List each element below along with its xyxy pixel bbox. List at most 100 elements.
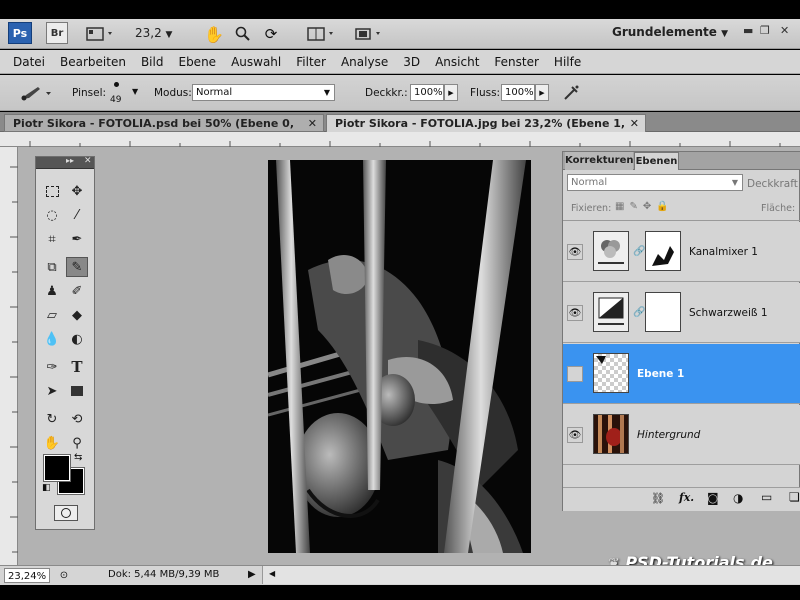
menu-datei[interactable]: Datei (13, 55, 45, 69)
black-white-icon (598, 297, 624, 325)
zoom-tool[interactable]: ⚲ (66, 433, 88, 453)
close-icon[interactable]: ✕ (630, 115, 639, 132)
3d-rotate-tool[interactable]: ↻ (41, 409, 63, 429)
menu-ansicht[interactable]: Ansicht (435, 55, 479, 69)
menu-fenster[interactable]: Fenster (494, 55, 539, 69)
swap-colors-icon[interactable]: ⇆ (74, 452, 82, 463)
link-layers-icon[interactable]: ⛓ (651, 492, 665, 505)
tab-ebenen[interactable]: Ebenen (634, 152, 679, 170)
view-extras-button[interactable] (84, 24, 118, 44)
flow-slider-button[interactable]: ▶ (535, 84, 549, 101)
workspace-switcher[interactable]: Grundelemente ▼ (612, 25, 728, 39)
menu-3d[interactable]: 3D (403, 55, 420, 69)
new-layer-icon[interactable]: ❏ (789, 490, 800, 504)
arrange-documents-button[interactable] (305, 24, 339, 44)
layer-row-ebene-1[interactable]: Ebene 1 (563, 344, 800, 404)
zoom-tool-button[interactable] (232, 23, 254, 45)
bandage-icon: ⧉ (47, 259, 57, 275)
quick-mask-button[interactable] (54, 505, 78, 521)
clone-stamp-tool[interactable]: ♟ (41, 281, 63, 301)
menu-bild[interactable]: Bild (141, 55, 164, 69)
lock-position-icon[interactable]: ✥ (643, 201, 656, 212)
new-adjustment-icon[interactable]: ◑ (733, 491, 743, 505)
marquee-tool[interactable] (41, 181, 63, 201)
dodge-tool[interactable]: ◐ (66, 329, 88, 349)
menu-hilfe[interactable]: Hilfe (554, 55, 581, 69)
tools-panel-header[interactable]: ▸▸ ✕ (36, 156, 94, 169)
tool-preset-picker[interactable] (16, 82, 56, 104)
tab-fotolia-jpg[interactable]: Piotr Sikora - FOTOLIA.jpg bei 23,2% (Eb… (326, 114, 646, 147)
airbrush-toggle[interactable] (560, 82, 582, 104)
menu-filter[interactable]: Filter (296, 55, 326, 69)
tab-fotolia-psd[interactable]: Piotr Sikora - FOTOLIA.psd bei 50% (Eben… (4, 114, 324, 147)
blur-tool[interactable]: 💧 (41, 329, 63, 349)
close-icon[interactable]: ✕ (84, 156, 92, 166)
visibility-toggle[interactable]: 👁 (567, 427, 583, 443)
brush-preset-picker[interactable]: 49 ▼ (104, 79, 144, 107)
visibility-toggle[interactable]: 👁 (567, 305, 583, 321)
hand-tool-button[interactable]: ✋ (203, 23, 225, 45)
healing-brush-tool[interactable]: ⧉ (41, 257, 63, 277)
mode-select[interactable]: Normal ▼ (192, 84, 335, 101)
screen-mode-icon (355, 28, 380, 40)
move-tool[interactable]: ✥ (66, 181, 88, 201)
type-tool[interactable]: T (66, 357, 88, 377)
crop-tool[interactable]: ⌗ (41, 229, 63, 249)
menu-analyse[interactable]: Analyse (341, 55, 388, 69)
new-group-icon[interactable]: ▭ (761, 490, 772, 504)
rotate-view-button[interactable]: ⟳ (260, 23, 282, 45)
layer-row-hintergrund[interactable]: 👁 Hintergrund (563, 405, 800, 465)
horizontal-scrollbar[interactable]: ◀ (262, 566, 800, 584)
magic-wand-tool[interactable]: ⁄ (66, 205, 88, 225)
layer-mask-thumbnail[interactable] (645, 231, 681, 271)
lasso-tool[interactable]: ◌ (41, 205, 63, 225)
status-info-button[interactable]: ⊙ (56, 568, 72, 583)
paint-bucket-tool[interactable]: ◆ (66, 305, 88, 325)
tab-korrekturen[interactable]: Korrekturen (565, 152, 633, 170)
layer-row-kanalmixer[interactable]: 👁 🔗 Kanalmixer 1 (563, 222, 800, 282)
blend-mode-select[interactable]: Normal ▼ (567, 174, 743, 191)
workspace-name: Grundelemente (612, 25, 717, 39)
document-image[interactable] (268, 160, 531, 553)
lock-pixels-icon[interactable]: ✎ (629, 201, 642, 212)
opacity-slider-button[interactable]: ▶ (444, 84, 458, 101)
zoom-level-select[interactable]: 23,2 ▼ (135, 24, 195, 43)
collapse-icon[interactable]: ▸▸ (66, 156, 74, 165)
visibility-toggle[interactable]: 👁 (567, 244, 583, 260)
path-selection-tool[interactable]: ➤ (41, 381, 63, 401)
eyedropper-tool[interactable]: ✒ (66, 229, 88, 249)
minimize-button[interactable]: ▬ (743, 24, 753, 37)
visibility-toggle[interactable] (567, 366, 583, 382)
opacity-input[interactable]: 100% (410, 84, 444, 101)
hand-icon: ✋ (43, 435, 61, 451)
shape-tool[interactable] (66, 381, 88, 401)
lock-all-icon[interactable]: 🔒 (656, 201, 673, 212)
status-menu-arrow[interactable]: ▶ (248, 569, 256, 580)
close-icon[interactable]: ✕ (308, 115, 317, 132)
fx-icon[interactable]: fx. (679, 491, 694, 504)
add-mask-icon[interactable]: ◙ (707, 491, 719, 505)
menu-bearbeiten[interactable]: Bearbeiten (60, 55, 126, 69)
layer-mask-thumbnail[interactable] (645, 292, 681, 332)
3d-orbit-tool[interactable]: ⟲ (66, 409, 88, 429)
menu-ebene[interactable]: Ebene (178, 55, 216, 69)
default-colors-icon[interactable]: ◧ (42, 483, 51, 493)
bridge-button[interactable]: Br (46, 22, 68, 44)
hand-tool[interactable]: ✋ (41, 433, 63, 453)
flow-input[interactable]: 100% (501, 84, 535, 101)
status-zoom-input[interactable]: 23,24% (4, 568, 50, 583)
lock-transparency-icon[interactable]: ▦ (615, 201, 629, 212)
layer-row-schwarzweiss[interactable]: 👁 🔗 Schwarzweiß 1 (563, 283, 800, 343)
screen-mode-button[interactable] (352, 24, 386, 44)
eraser-tool[interactable]: ▱ (41, 305, 63, 325)
history-brush-tool[interactable]: ✐ (66, 281, 88, 301)
close-button[interactable]: ✕ (780, 24, 789, 37)
menu-auswahl[interactable]: Auswahl (231, 55, 281, 69)
layer-opacity-label: Deckkraft: (747, 178, 800, 190)
brush-tool[interactable]: ✎ (66, 257, 88, 277)
scroll-left-icon[interactable]: ◀ (269, 569, 275, 578)
lock-icons[interactable]: ▦✎✥🔒 (615, 201, 674, 212)
foreground-color-swatch[interactable] (43, 454, 71, 482)
pen-tool[interactable]: ✑ (41, 357, 63, 377)
restore-button[interactable]: ❐ (760, 24, 770, 37)
